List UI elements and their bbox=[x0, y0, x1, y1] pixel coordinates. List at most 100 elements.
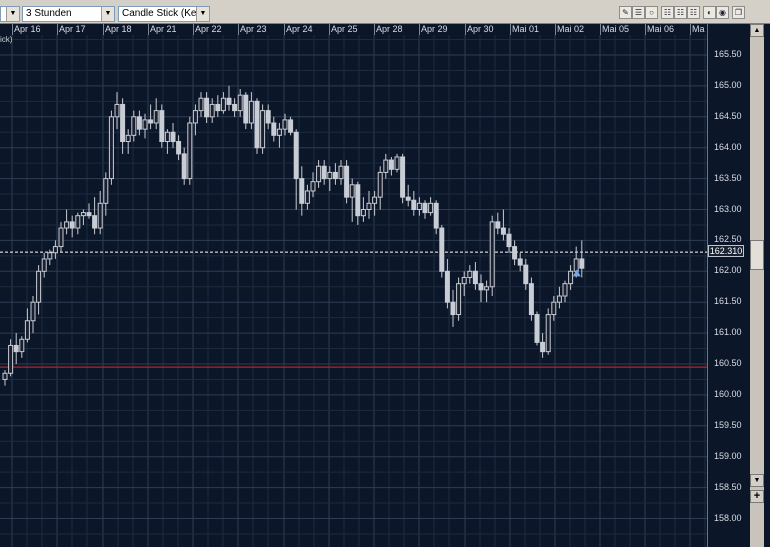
candle-body bbox=[52, 246, 58, 254]
candle-body bbox=[355, 184, 361, 217]
date-tick bbox=[148, 24, 149, 35]
candle-body bbox=[192, 110, 198, 124]
candle-body bbox=[215, 103, 221, 112]
candle-body bbox=[573, 258, 579, 272]
candle-body bbox=[97, 202, 103, 229]
candle-body bbox=[299, 178, 305, 204]
candle-body bbox=[265, 110, 271, 124]
scroll-up-arrow-icon[interactable]: ▲ bbox=[750, 24, 764, 37]
date-tick bbox=[193, 24, 194, 35]
candle-body bbox=[108, 116, 114, 180]
candle-body bbox=[69, 221, 75, 229]
date-tick bbox=[238, 24, 239, 35]
circle-icon[interactable]: ○ bbox=[645, 6, 658, 19]
candle-body bbox=[360, 209, 366, 217]
candle-body bbox=[332, 171, 338, 180]
date-tick bbox=[600, 24, 601, 35]
scroll-down-arrow-icon[interactable]: ▼ bbox=[750, 474, 764, 487]
price-label: 159.00 bbox=[714, 450, 742, 461]
date-tick bbox=[510, 24, 511, 35]
candle-body bbox=[411, 199, 417, 210]
candle-body bbox=[568, 270, 574, 285]
chevron-down-icon: ▼ bbox=[101, 7, 114, 21]
price-label: 162.00 bbox=[714, 265, 742, 276]
candle-body bbox=[36, 270, 42, 303]
current-price-badge: 162.310 bbox=[708, 245, 744, 257]
window-restore-icon[interactable]: ❐ bbox=[732, 6, 745, 19]
candle-body bbox=[170, 131, 176, 143]
candle-body bbox=[159, 110, 165, 143]
candle-body bbox=[461, 276, 467, 285]
candle-body bbox=[377, 171, 383, 198]
date-label: Apr 17 bbox=[59, 24, 86, 34]
candle-body bbox=[8, 344, 14, 374]
candle-body bbox=[551, 301, 557, 316]
candle-body bbox=[237, 94, 243, 112]
list-icon[interactable]: ☰ bbox=[632, 6, 645, 19]
candle-body bbox=[579, 258, 585, 269]
candle-body bbox=[500, 227, 506, 235]
price-label: 165.00 bbox=[714, 79, 742, 90]
date-label: Mai 05 bbox=[602, 24, 630, 34]
candle-body bbox=[512, 246, 518, 260]
date-label: Mai 06 bbox=[647, 24, 675, 34]
candle-body bbox=[92, 215, 98, 229]
price-label: 163.00 bbox=[714, 203, 742, 214]
candle-body bbox=[13, 344, 19, 353]
vertical-scrollbar[interactable]: ▲ ▼ + bbox=[750, 24, 764, 547]
candle-body bbox=[366, 202, 372, 211]
candle-body bbox=[41, 258, 47, 272]
date-tick bbox=[690, 24, 691, 35]
date-label: Apr 30 bbox=[467, 24, 494, 34]
candle-body bbox=[540, 341, 546, 353]
candle-body bbox=[226, 97, 232, 105]
candle-body bbox=[456, 283, 462, 316]
date-label: Apr 25 bbox=[331, 24, 358, 34]
candle-body bbox=[2, 372, 8, 380]
right-edge-strip bbox=[764, 24, 770, 547]
contrast-icon[interactable]: ◐ bbox=[703, 6, 716, 19]
candle-body bbox=[405, 196, 411, 201]
grid-icon[interactable]: ☷ bbox=[661, 6, 674, 19]
candle-body bbox=[75, 215, 81, 229]
zoom-in-icon[interactable]: + bbox=[750, 490, 764, 503]
chart-type-dropdown[interactable]: Candle Stick (Kerze ▼ bbox=[118, 6, 210, 22]
candle-body bbox=[30, 301, 36, 322]
candle-body bbox=[344, 165, 350, 198]
candle-body bbox=[562, 283, 568, 297]
pen-icon[interactable]: ✎ bbox=[619, 6, 632, 19]
price-label: 162.50 bbox=[714, 234, 742, 245]
candle-body bbox=[243, 94, 249, 124]
grid-icon[interactable]: ☷ bbox=[674, 6, 687, 19]
scroll-thumb[interactable] bbox=[750, 240, 764, 270]
candle-body bbox=[254, 100, 260, 149]
settings-icon[interactable]: ◉ bbox=[716, 6, 729, 19]
candle-body bbox=[164, 131, 170, 143]
candlestick-chart[interactable] bbox=[0, 35, 707, 547]
candle-body bbox=[472, 270, 478, 285]
candle-body bbox=[388, 159, 394, 170]
candle-body bbox=[198, 97, 204, 112]
date-label: Mai 02 bbox=[557, 24, 585, 34]
interval-value: 3 Stunden bbox=[26, 8, 72, 19]
price-label: 164.50 bbox=[714, 110, 742, 121]
chevron-down-icon: ▼ bbox=[6, 7, 19, 21]
grid-icon[interactable]: ☷ bbox=[687, 6, 700, 19]
date-tick bbox=[645, 24, 646, 35]
candle-body bbox=[321, 165, 327, 180]
price-axis: 165.50 165.00 164.50 164.00 163.50 163.00 162.… bbox=[707, 24, 751, 547]
candle-body bbox=[260, 110, 266, 149]
interval-dropdown[interactable]: 3 Stunden ▼ bbox=[22, 6, 115, 22]
date-tick bbox=[374, 24, 375, 35]
date-label: Apr 24 bbox=[286, 24, 313, 34]
candle-body bbox=[24, 320, 30, 340]
candle-body bbox=[232, 103, 238, 112]
candle-body bbox=[125, 134, 131, 143]
candle-body bbox=[288, 119, 294, 133]
candle-body bbox=[467, 270, 473, 278]
candle-body bbox=[372, 196, 378, 204]
toolbar-menu-dropdown[interactable]: ▼ bbox=[0, 6, 20, 22]
candle-body bbox=[349, 184, 355, 198]
candle-body bbox=[478, 283, 484, 291]
candle-body bbox=[383, 159, 389, 173]
